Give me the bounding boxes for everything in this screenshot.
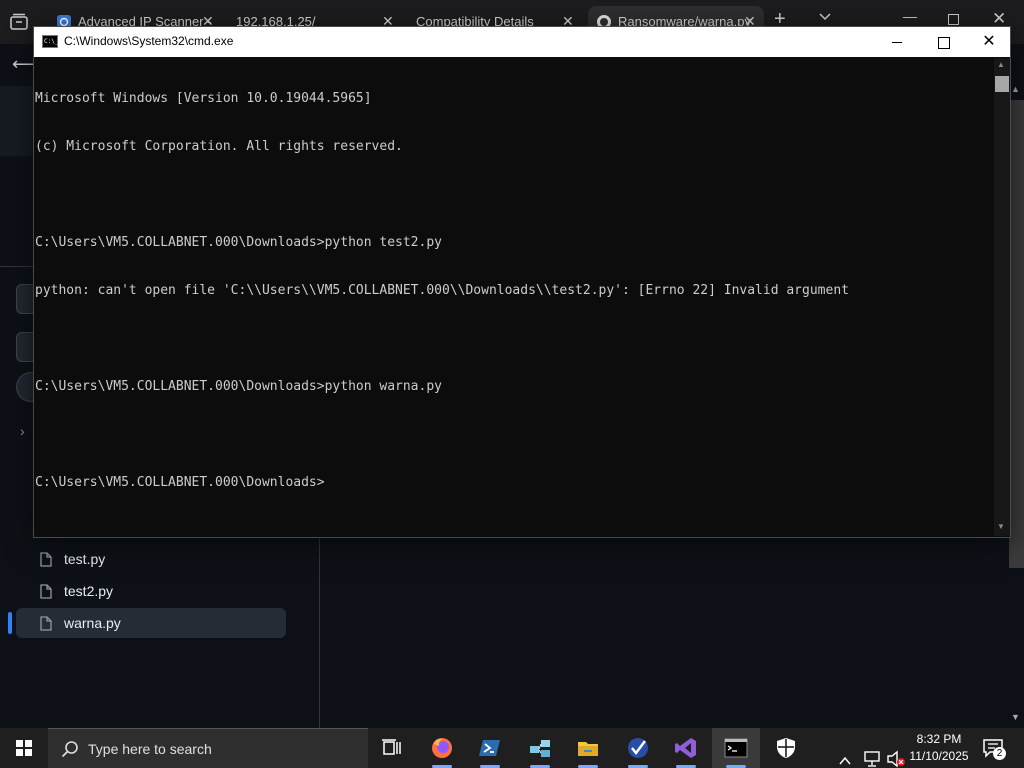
file-tree-item[interactable]: test.py	[16, 544, 286, 574]
file-explorer-icon	[578, 742, 598, 756]
checkmark-app-icon	[628, 738, 648, 758]
network-tool-icon	[530, 740, 550, 757]
tab-actions-icon[interactable]	[8, 12, 30, 32]
file-icon	[40, 552, 52, 567]
cmd-scrollbar[interactable]: ▲ ▼	[994, 58, 1010, 536]
chevron-up-icon[interactable]	[838, 741, 852, 768]
close-button[interactable]: ✕	[966, 27, 1012, 57]
taskbar: Type here to search 8:32 PM 11/10/2025 2	[0, 728, 1024, 768]
minimize-button[interactable]	[874, 27, 920, 57]
security-shield-icon	[777, 738, 795, 758]
taskbar-app-checkmark[interactable]	[614, 728, 662, 768]
command-prompt-icon	[724, 738, 748, 758]
taskbar-app-powershell[interactable]	[466, 728, 514, 768]
chevron-down-icon[interactable]	[818, 12, 832, 22]
start-button[interactable]	[0, 728, 48, 768]
page-scrollbar-thumb[interactable]	[1009, 100, 1024, 568]
task-view-icon	[382, 739, 401, 755]
chevron-right-icon[interactable]: ›	[20, 423, 25, 439]
console-line: (c) Microsoft Corporation. All rights re…	[35, 139, 403, 154]
system-clock[interactable]: 8:32 PM 11/10/2025	[905, 731, 973, 765]
cmd-window: C:\_ C:\Windows\System32\cmd.exe ✕ Micro…	[33, 26, 1011, 538]
console-prompt-line[interactable]: C:\Users\VM5.COLLABNET.000\Downloads>	[35, 475, 994, 491]
file-name: warna.py	[64, 615, 121, 631]
notification-badge: 2	[993, 747, 1006, 760]
console-line: C:\Users\VM5.COLLABNET.000\Downloads>pyt…	[35, 379, 442, 394]
divider	[0, 266, 34, 267]
file-icon	[40, 584, 52, 599]
selection-indicator	[8, 612, 12, 634]
scroll-down-icon[interactable]: ▼	[997, 522, 1005, 531]
console-line: Microsoft Windows [Version 10.0.19044.59…	[35, 91, 372, 106]
search-icon	[61, 741, 78, 758]
windows-logo-icon	[16, 740, 32, 756]
file-tree-item-selected[interactable]: warna.py	[16, 608, 286, 638]
taskbar-app-network-tool[interactable]	[516, 728, 564, 768]
console-output[interactable]: Microsoft Windows [Version 10.0.19044.59…	[34, 58, 994, 536]
volume-muted-icon[interactable]	[886, 739, 906, 768]
cmd-window-title: C:\Windows\System32\cmd.exe	[64, 34, 234, 48]
cmd-scrollbar-thumb[interactable]	[995, 76, 1009, 92]
taskbar-app-visual-studio[interactable]	[662, 728, 710, 768]
browser-minimize-icon[interactable]: —	[903, 8, 917, 24]
file-tree-item[interactable]: test2.py	[16, 576, 286, 606]
visual-studio-icon	[675, 738, 696, 758]
powershell-icon	[479, 740, 500, 756]
taskbar-search-box[interactable]: Type here to search	[48, 728, 368, 768]
scroll-down-icon[interactable]: ▼	[1011, 712, 1020, 722]
taskbar-app-security[interactable]	[762, 728, 810, 768]
file-icon	[40, 616, 52, 631]
taskbar-app-file-explorer[interactable]	[564, 728, 612, 768]
console-line: C:\Users\VM5.COLLABNET.000\Downloads>pyt…	[35, 235, 442, 250]
file-name: test2.py	[64, 583, 114, 599]
console-line: python: can't open file 'C:\\Users\\VM5.…	[35, 283, 849, 298]
scroll-up-icon[interactable]: ▲	[1011, 84, 1020, 94]
clock-time: 8:32 PM	[916, 732, 962, 746]
github-header-strip	[0, 86, 34, 156]
search-placeholder: Type here to search	[88, 741, 212, 757]
cmd-app-icon: C:\_	[42, 35, 58, 48]
clock-date: 11/10/2025	[909, 749, 969, 763]
file-name: test.py	[64, 551, 106, 567]
scroll-up-icon[interactable]: ▲	[997, 60, 1005, 69]
firefox-icon	[432, 738, 452, 758]
taskbar-app-firefox[interactable]	[418, 728, 466, 768]
network-icon[interactable]	[862, 739, 882, 768]
taskbar-app-command-prompt[interactable]	[712, 728, 760, 768]
file-tree: test.py test2.py warna.py	[0, 538, 320, 730]
browser-restore-icon[interactable]	[948, 14, 959, 25]
cmd-titlebar[interactable]: C:\_ C:\Windows\System32\cmd.exe ✕	[34, 27, 1010, 57]
task-view-button[interactable]	[368, 728, 416, 768]
maximize-button[interactable]	[920, 27, 966, 57]
